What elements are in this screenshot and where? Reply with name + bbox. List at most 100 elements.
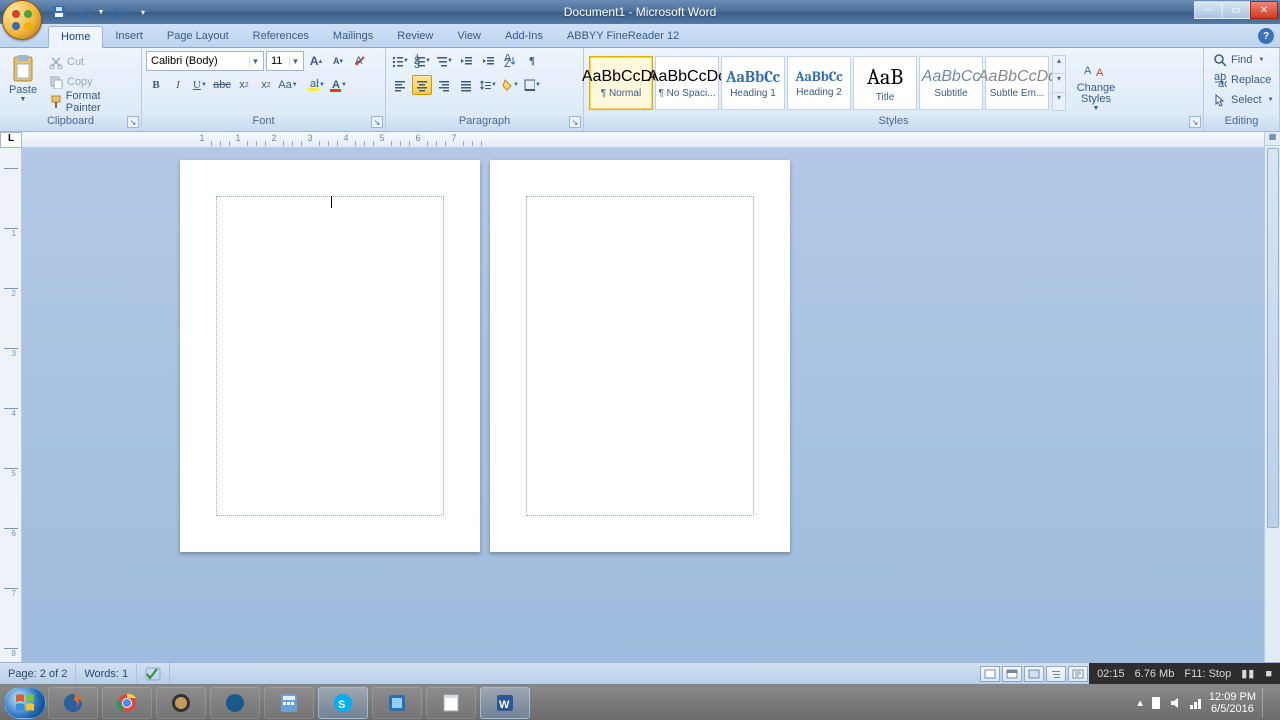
borders-button[interactable]: ▼	[522, 75, 542, 95]
task-app3[interactable]	[372, 687, 422, 719]
task-app1[interactable]	[156, 687, 206, 719]
highlight-button[interactable]: ab▼	[306, 75, 326, 95]
view-print-layout[interactable]	[980, 666, 1000, 682]
strikethrough-button[interactable]: abc	[212, 75, 232, 95]
show-desktop-button[interactable]	[1262, 688, 1270, 718]
tab-review[interactable]: Review	[385, 26, 445, 47]
style--normal[interactable]: AaBbCcDc¶ Normal	[589, 56, 653, 110]
increase-indent-button[interactable]	[478, 51, 498, 71]
align-left-button[interactable]	[390, 75, 410, 95]
grow-font-button[interactable]: A▴	[306, 51, 326, 71]
rec-pause-icon[interactable]: ▮▮	[1241, 667, 1255, 680]
qat-save[interactable]	[48, 2, 70, 22]
replace-button[interactable]: abacReplace	[1208, 70, 1276, 90]
multilevel-list-button[interactable]: ▼	[434, 51, 454, 71]
qat-customize[interactable]: ▾	[132, 2, 154, 22]
tab-abbyy-finereader-12[interactable]: ABBYY FineReader 12	[555, 26, 691, 47]
maximize-button[interactable]: ▭	[1222, 1, 1250, 19]
select-button[interactable]: Select▼	[1208, 90, 1279, 110]
status-words[interactable]: Words: 1	[76, 663, 137, 684]
superscript-button[interactable]: x2	[256, 75, 276, 95]
bold-button[interactable]: B	[146, 75, 166, 95]
styles-scroll[interactable]: ▴ ▾ ▾	[1052, 55, 1066, 111]
change-case-button[interactable]: Aa▼	[278, 75, 298, 95]
task-calc[interactable]	[264, 687, 314, 719]
subscript-button[interactable]: x2	[234, 75, 254, 95]
system-tray[interactable]: ▴ 12:09 PM6/5/2016	[1137, 688, 1276, 718]
view-draft[interactable]	[1068, 666, 1088, 682]
paste-button[interactable]: Paste▼	[4, 51, 42, 115]
style-heading-1[interactable]: AaBbCcHeading 1	[721, 56, 785, 110]
clipboard-dialog-launcher[interactable]: ↘	[127, 116, 139, 128]
style--no-spaci-[interactable]: AaBbCcDc¶ No Spaci...	[655, 56, 719, 110]
document-canvas[interactable]	[22, 148, 1264, 662]
tab-home[interactable]: Home	[48, 26, 103, 48]
qat-redo[interactable]	[108, 2, 130, 22]
task-notepad[interactable]	[426, 687, 476, 719]
horizontal-ruler[interactable]: 11234567	[22, 132, 1264, 148]
tab-add-ins[interactable]: Add-Ins	[493, 26, 555, 47]
underline-button[interactable]: U▼	[190, 75, 210, 95]
show-marks-button[interactable]: ¶	[522, 51, 542, 71]
task-skype[interactable]: S	[318, 687, 368, 719]
tab-view[interactable]: View	[445, 26, 493, 47]
help-icon[interactable]: ?	[1258, 28, 1274, 44]
office-button[interactable]	[2, 0, 42, 40]
tray-show-hidden-icon[interactable]: ▴	[1137, 696, 1143, 709]
start-button[interactable]	[4, 687, 46, 719]
tray-clock[interactable]: 12:09 PM6/5/2016	[1209, 691, 1256, 715]
view-web-layout[interactable]	[1024, 666, 1044, 682]
ruler-toggle[interactable]: ▦	[1265, 132, 1280, 146]
font-color-button[interactable]: A▼	[328, 75, 348, 95]
tab-page-layout[interactable]: Page Layout	[155, 26, 241, 47]
status-page[interactable]: Page: 2 of 2	[0, 663, 76, 684]
task-word[interactable]: W	[480, 687, 530, 719]
style-title[interactable]: AaBTitle	[853, 56, 917, 110]
task-chrome[interactable]	[102, 687, 152, 719]
copy-button[interactable]: Copy	[44, 72, 137, 92]
tab-insert[interactable]: Insert	[103, 26, 155, 47]
font-name-combo[interactable]: Calibri (Body)▼	[146, 51, 264, 71]
close-button[interactable]: ✕	[1250, 1, 1278, 19]
sort-button[interactable]: AZ	[500, 51, 520, 71]
font-size-combo[interactable]: 11▼	[266, 51, 304, 71]
numbering-button[interactable]: 123▼	[412, 51, 432, 71]
page-1[interactable]	[180, 160, 480, 552]
view-full-screen[interactable]	[1002, 666, 1022, 682]
tray-action-center-icon[interactable]	[1149, 696, 1163, 710]
shrink-font-button[interactable]: A▾	[328, 51, 348, 71]
decrease-indent-button[interactable]	[456, 51, 476, 71]
style-subtle-em-[interactable]: AaBbCcDcSubtle Em...	[985, 56, 1049, 110]
line-spacing-button[interactable]: ▼	[478, 75, 498, 95]
scroll-thumb[interactable]	[1267, 148, 1279, 528]
view-outline[interactable]	[1046, 666, 1066, 682]
status-proofing[interactable]	[137, 663, 170, 684]
italic-button[interactable]: I	[168, 75, 188, 95]
tray-network-icon[interactable]	[1189, 696, 1203, 710]
vertical-scrollbar[interactable]: ▦	[1264, 132, 1280, 662]
justify-button[interactable]	[456, 75, 476, 95]
cut-button[interactable]: Cut	[44, 52, 137, 72]
tab-references[interactable]: References	[241, 26, 321, 47]
style-subtitle[interactable]: AaBbCcSubtitle	[919, 56, 983, 110]
bullets-button[interactable]: ▼	[390, 51, 410, 71]
change-styles-button[interactable]: AA Change Styles▼	[1072, 51, 1120, 115]
tab-mailings[interactable]: Mailings	[321, 26, 385, 47]
format-painter-button[interactable]: Format Painter	[44, 92, 137, 112]
page-2[interactable]	[490, 160, 790, 552]
tab-selector[interactable]: L	[0, 132, 22, 148]
font-dialog-launcher[interactable]: ↘	[371, 116, 383, 128]
styles-dialog-launcher[interactable]: ↘	[1189, 116, 1201, 128]
align-center-button[interactable]	[412, 75, 432, 95]
qat-undo-dd[interactable]: ▼	[96, 2, 106, 22]
shading-button[interactable]: ▼	[500, 75, 520, 95]
find-button[interactable]: Find▼	[1208, 50, 1269, 70]
style-heading-2[interactable]: AaBbCcHeading 2	[787, 56, 851, 110]
task-firefox[interactable]	[48, 687, 98, 719]
qat-undo[interactable]	[72, 2, 94, 22]
rec-stop-icon[interactable]: ■	[1265, 668, 1272, 680]
clear-formatting-button[interactable]: A	[350, 51, 370, 71]
tray-volume-icon[interactable]	[1169, 696, 1183, 710]
task-app2[interactable]	[210, 687, 260, 719]
vertical-ruler[interactable]: 12345678	[0, 148, 22, 662]
